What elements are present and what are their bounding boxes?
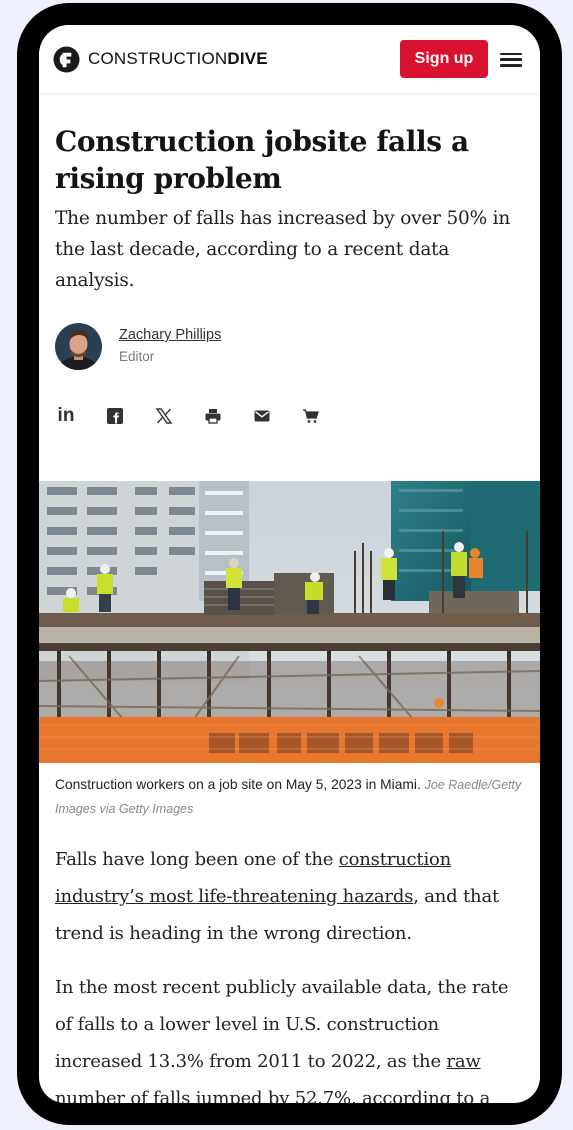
author-role: Editor <box>119 349 155 364</box>
logo-text-bold: DIVE <box>227 49 268 68</box>
facebook-icon[interactable] <box>104 405 126 427</box>
paragraph-text: Falls have long been one of the <box>55 849 339 870</box>
hero-image <box>39 481 540 763</box>
hamburger-menu-icon[interactable] <box>498 49 524 71</box>
article-header: Construction jobsite falls a rising prob… <box>55 123 527 426</box>
paragraph-text: by 52.7%, according to a <box>262 1088 491 1103</box>
article-title: Construction jobsite falls a rising prob… <box>55 125 469 195</box>
author-avatar[interactable] <box>55 323 102 370</box>
print-icon[interactable] <box>202 405 224 427</box>
site-logo[interactable]: CONSTRUCTIONDIVE <box>53 45 268 73</box>
site-header: CONSTRUCTIONDIVE Sign up <box>39 25 540 93</box>
sign-up-button[interactable]: Sign up <box>400 40 488 78</box>
body-paragraph: Falls have long been one of the construc… <box>55 841 527 952</box>
screen: CONSTRUCTIONDIVE Sign up Construction jo… <box>39 25 540 1103</box>
image-caption: Construction workers on a job site on Ma… <box>55 773 525 821</box>
email-icon[interactable] <box>251 405 273 427</box>
byline: Zachary Phillips Editor <box>55 323 355 371</box>
article-body: Falls have long been one of the construc… <box>55 841 527 1103</box>
logo-wordmark: CONSTRUCTIONDIVE <box>88 49 268 69</box>
paragraph-text: In the most recent publicly available da… <box>55 977 509 1072</box>
share-bar: in <box>55 405 349 427</box>
body-paragraph: In the most recent publicly available da… <box>55 969 527 1103</box>
article-dek: The number of falls has increased by ove… <box>55 208 511 291</box>
linkedin-icon[interactable]: in <box>55 405 77 427</box>
cart-icon[interactable] <box>300 405 322 427</box>
phone-frame: CONSTRUCTIONDIVE Sign up Construction jo… <box>17 3 562 1125</box>
caption-text: Construction workers on a job site on Ma… <box>55 777 421 792</box>
construction-dive-logo-icon <box>53 45 80 73</box>
logo-text-light: CONSTRUCTION <box>88 49 228 68</box>
author-name-link[interactable]: Zachary Phillips <box>119 327 221 343</box>
x-twitter-icon[interactable] <box>153 405 175 427</box>
